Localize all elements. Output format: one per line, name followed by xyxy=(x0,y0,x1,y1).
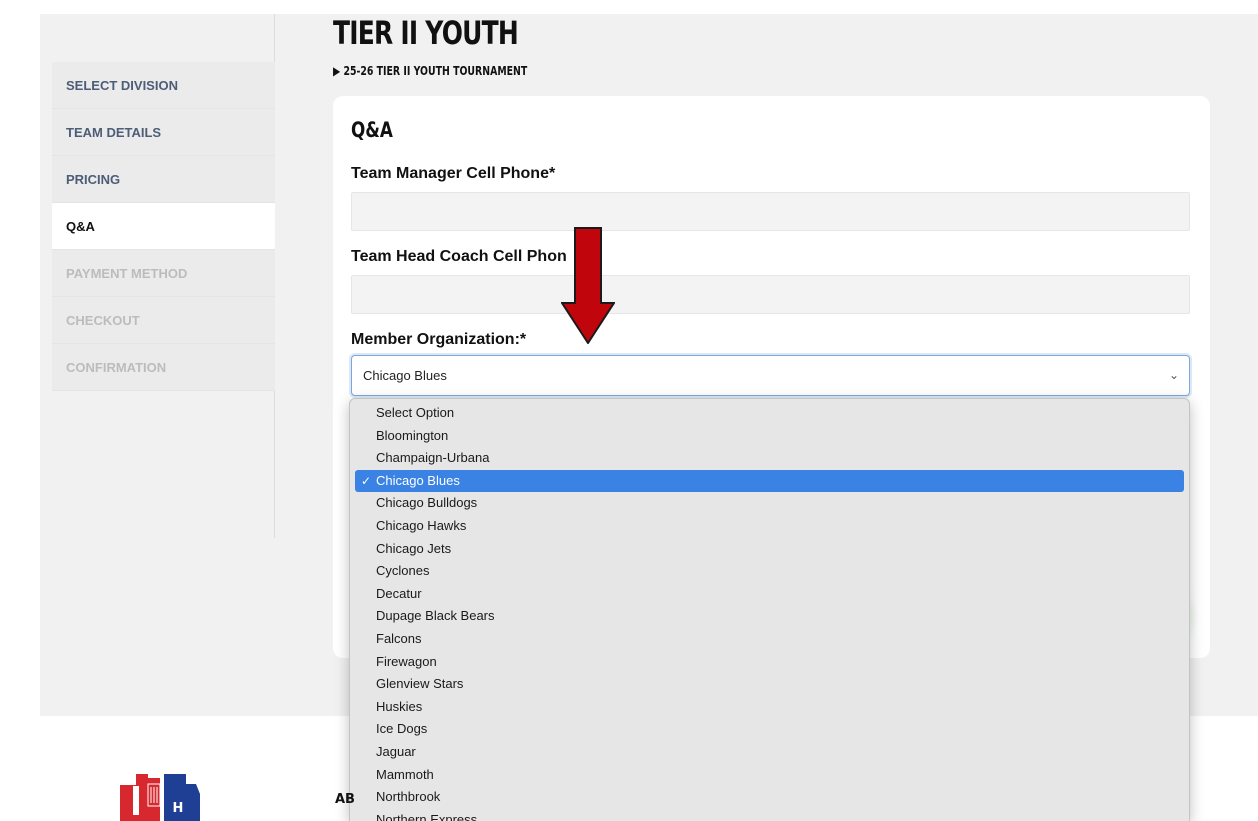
dropdown-option-label: Decatur xyxy=(376,585,422,601)
breadcrumb[interactable]: ▶ 25-26 TIER II YOUTH TOURNAMENT xyxy=(333,64,527,78)
dropdown-option-label: Firewagon xyxy=(376,653,437,669)
dropdown-option[interactable]: Huskies xyxy=(355,696,1184,719)
footer-heading: AB xyxy=(335,792,355,807)
top-strip xyxy=(0,0,1258,14)
dropdown-option-label: Huskies xyxy=(376,698,423,714)
dropdown-option[interactable]: Northbrook xyxy=(355,786,1184,809)
dropdown-option[interactable]: Ice Dogs xyxy=(355,718,1184,741)
dropdown-option-label: Chicago Blues xyxy=(376,472,460,488)
member-org-select[interactable]: Chicago Blues ⌄ xyxy=(351,355,1190,396)
dropdown-option[interactable]: Select Option xyxy=(355,402,1184,425)
step-sidebar: SELECT DIVISION TEAM DETAILS PRICING Q&A… xyxy=(52,62,275,391)
sidebar-item-checkout: CHECKOUT xyxy=(52,297,275,344)
coach-phone-label: Team Head Coach Cell Phon xyxy=(351,248,567,265)
dropdown-option[interactable]: Dupage Black Bears xyxy=(355,605,1184,628)
dropdown-option-label: Mammoth xyxy=(376,766,434,782)
dropdown-option-label: Chicago Hawks xyxy=(376,517,467,533)
dropdown-option-label: Glenview Stars xyxy=(376,676,464,692)
checkmark-icon: ✓ xyxy=(361,473,372,488)
dropdown-option[interactable]: Bloomington xyxy=(355,425,1184,448)
dropdown-option[interactable]: Chicago Jets xyxy=(355,538,1184,561)
dropdown-option[interactable]: Firewagon xyxy=(355,651,1184,674)
dropdown-option-label: Northbrook xyxy=(376,789,441,805)
dropdown-option-label: Falcons xyxy=(376,630,422,646)
dropdown-option-label: Northern Express xyxy=(376,811,478,821)
member-org-label: Member Organization:* xyxy=(351,331,527,348)
dropdown-option[interactable]: Decatur xyxy=(355,583,1184,606)
dropdown-option[interactable]: Chicago Bulldogs xyxy=(355,492,1184,515)
dropdown-option-label: Chicago Jets xyxy=(376,540,452,556)
dropdown-option-label: Cyclones xyxy=(376,563,430,579)
sidebar-item-qa[interactable]: Q&A xyxy=(52,203,275,250)
dropdown-option[interactable]: Chicago Hawks xyxy=(355,515,1184,538)
dropdown-option[interactable]: Champaign-Urbana xyxy=(355,447,1184,470)
dropdown-option[interactable]: Cyclones xyxy=(355,560,1184,583)
sidebar-item-confirmation: CONFIRMATION xyxy=(52,344,275,391)
page-title: TIER II YOUTH xyxy=(333,14,519,52)
sidebar-item-team-details[interactable]: TEAM DETAILS xyxy=(52,109,275,156)
dropdown-option-label: Chicago Bulldogs xyxy=(376,495,478,511)
dropdown-option-label: Dupage Black Bears xyxy=(376,608,495,624)
dropdown-option[interactable]: Falcons xyxy=(355,628,1184,651)
manager-phone-input[interactable] xyxy=(351,192,1190,231)
breadcrumb-caret-icon: ▶ xyxy=(333,64,341,78)
dropdown-option-label: Champaign-Urbana xyxy=(376,450,490,466)
coach-phone-input[interactable] xyxy=(351,275,1190,314)
dropdown-option[interactable]: Jaguar xyxy=(355,741,1184,764)
sidebar-item-select-division[interactable]: SELECT DIVISION xyxy=(52,62,275,109)
red-arrow-down-icon xyxy=(561,227,615,344)
association-logo: H xyxy=(120,774,200,821)
section-title: Q&A xyxy=(351,118,393,142)
dropdown-option[interactable]: Mammoth xyxy=(355,764,1184,787)
dropdown-option-label: Bloomington xyxy=(376,427,449,443)
member-org-selected-value: Chicago Blues xyxy=(363,368,447,383)
dropdown-option-label: Jaguar xyxy=(376,743,416,759)
dropdown-option-label: Select Option xyxy=(376,405,455,420)
sidebar-item-pricing[interactable]: PRICING xyxy=(52,156,275,203)
dropdown-option-label: Ice Dogs xyxy=(376,721,428,737)
dropdown-option[interactable]: Glenview Stars xyxy=(355,673,1184,696)
logo-letter: H xyxy=(173,801,184,816)
breadcrumb-text: 25-26 TIER II YOUTH TOURNAMENT xyxy=(343,64,528,78)
dropdown-option[interactable]: ✓ Chicago Blues xyxy=(355,469,1184,493)
chevron-down-icon: ⌄ xyxy=(1168,368,1179,382)
dropdown-option[interactable]: Northern Express xyxy=(355,809,1184,821)
sidebar-item-payment-method: PAYMENT METHOD xyxy=(52,250,275,297)
member-org-dropdown-list[interactable]: Select Option Bloomington Champaign-Urbana… xyxy=(349,398,1190,821)
manager-phone-label: Team Manager Cell Phone* xyxy=(351,165,556,182)
